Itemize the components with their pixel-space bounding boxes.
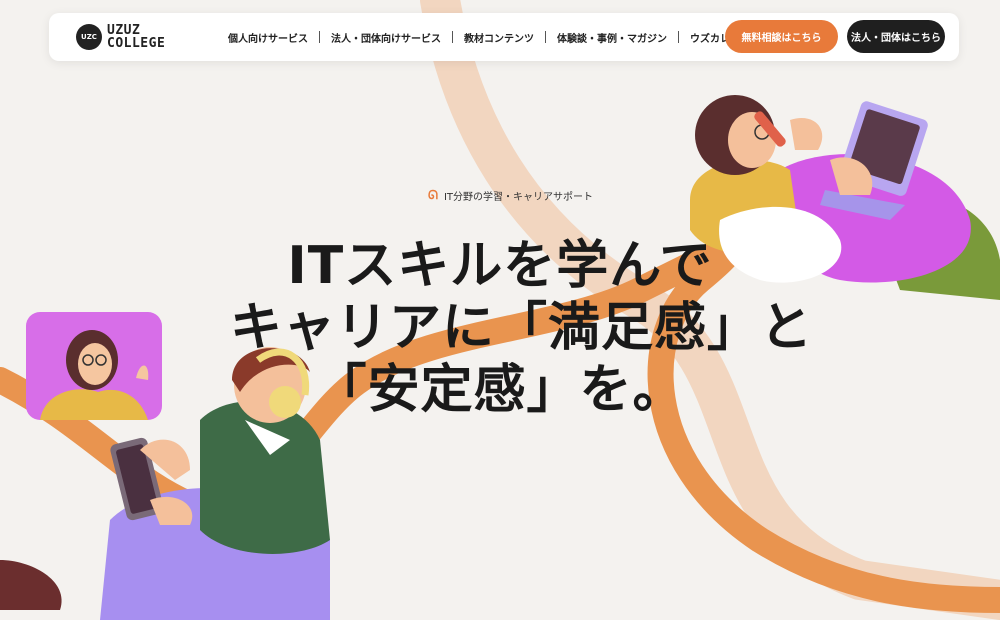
logo-wordmark: UZUZ COLLEGE [107,24,165,50]
headline-line-2: キャリアに「満足感」と [230,298,814,358]
nav-item-stories-magazine[interactable]: 体験談・事例・マガジン [546,30,678,45]
brand-logo[interactable]: UZC UZUZ COLLEGE [76,22,191,52]
nav-item-learning-content[interactable]: 教材コンテンツ [453,30,545,45]
hero-section: UZC UZUZ COLLEGE 個人向けサービス 法人・団体向けサービス 教材… [0,0,1000,620]
nav-item-corporate-services[interactable]: 法人・団体向けサービス [320,30,452,45]
main-menu: 個人向けサービス 法人・団体向けサービス 教材コンテンツ 体験談・事例・マガジン… [217,13,761,61]
hero-headline: ITスキルを学んで キャリアに「満足感」と 「安定感」を。 [230,235,814,421]
nav-item-personal-services[interactable]: 個人向けサービス [217,30,319,45]
headline-line-1: ITスキルを学んで [287,236,713,296]
corporate-inquiry-button[interactable]: 法人・団体はこちら [847,20,945,53]
top-navigation-bar: UZC UZUZ COLLEGE 個人向けサービス 法人・団体向けサービス 教材… [49,13,959,61]
logo-mark-icon: UZC [76,24,102,50]
free-consultation-button[interactable]: 無料相談はこちら [725,20,838,53]
video-call-card [26,312,162,420]
hero-tagline: ᘏ IT分野の学習・キャリアサポート [428,188,593,203]
tagline-text: IT分野の学習・キャリアサポート [443,192,594,203]
swirl-icon: ᘏ [428,188,438,202]
logo-line-2: COLLEGE [107,36,166,51]
headline-line-3: 「安定感」を。 [314,360,686,420]
